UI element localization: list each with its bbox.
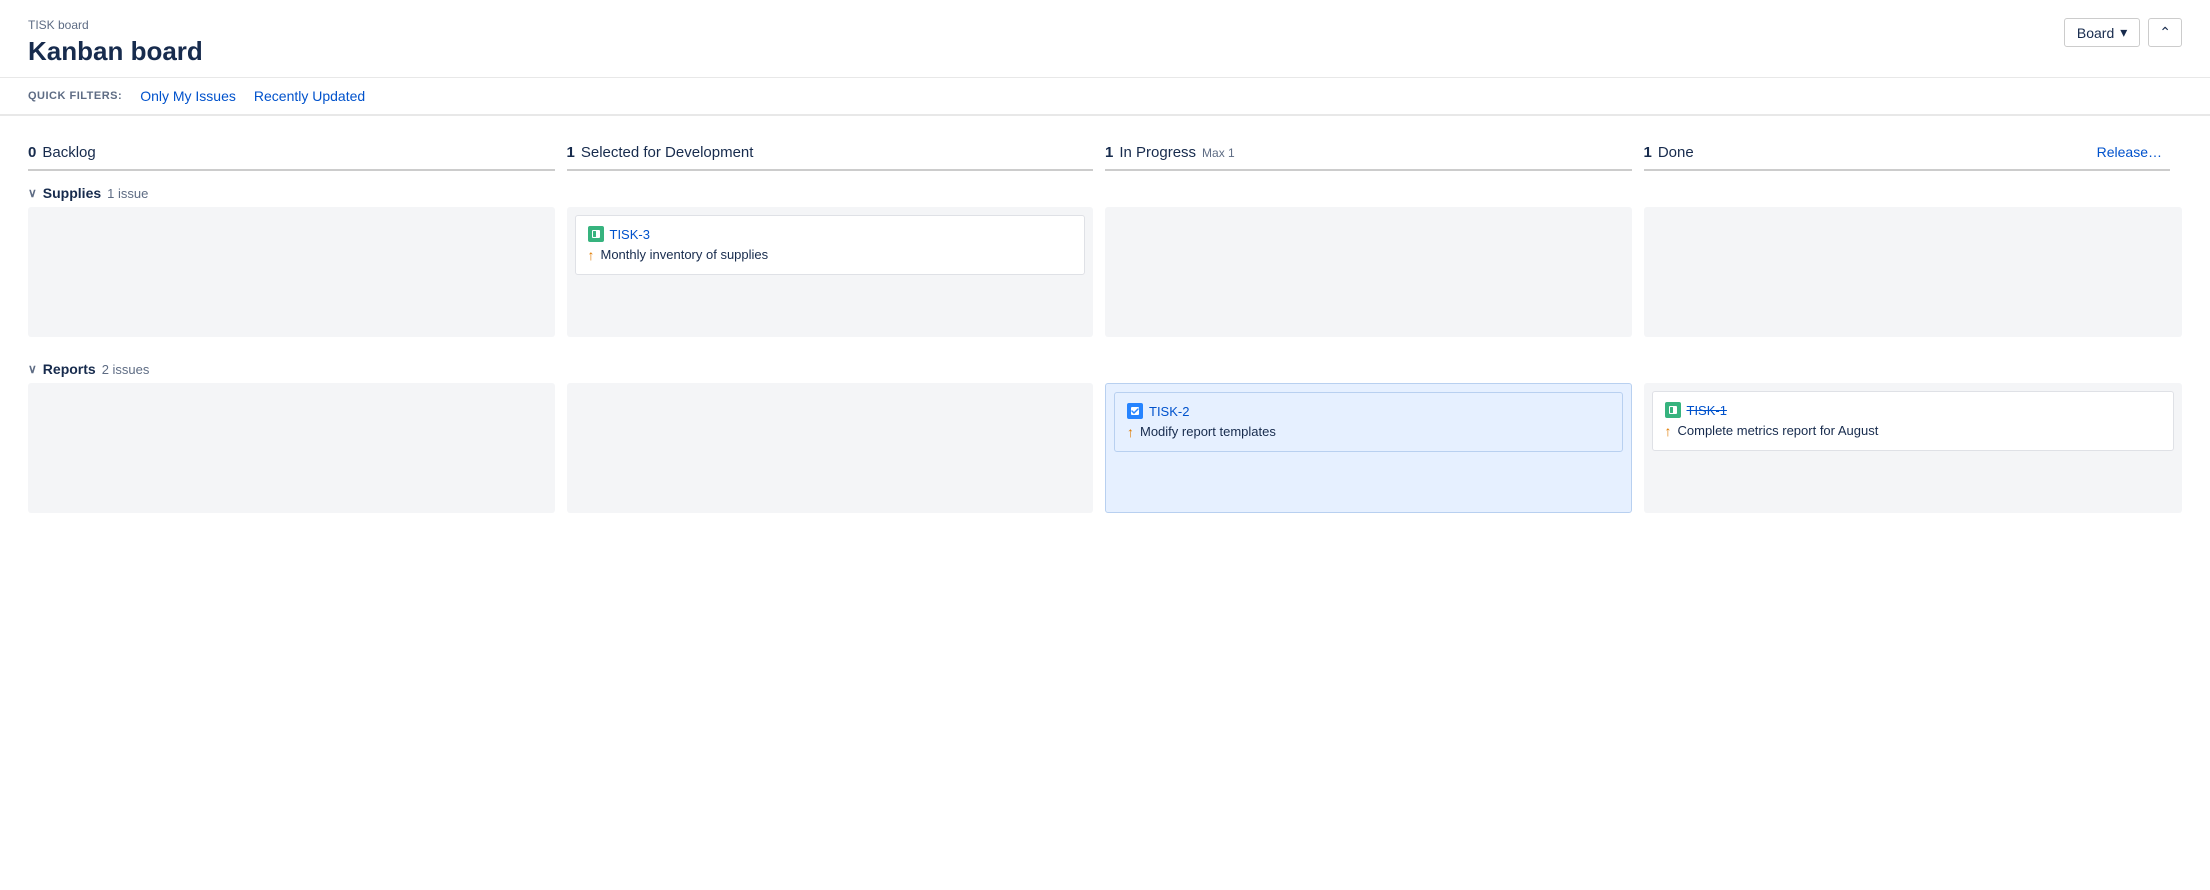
- supplies-name: Supplies: [43, 185, 101, 201]
- story-icon: [588, 226, 604, 242]
- page-title: Kanban board: [28, 36, 2182, 67]
- column-header-done: 1 Done Release…: [1644, 136, 2171, 171]
- selected-count: 1: [567, 144, 575, 161]
- reports-done-cell: TISK-1 ↑ Complete metrics report for Aug…: [1644, 383, 2183, 513]
- supplies-count: 1 issue: [107, 186, 148, 201]
- done-name: Done: [1658, 144, 1694, 161]
- card-tisk-3[interactable]: TISK-3 ↑ Monthly inventory of supplies: [575, 215, 1086, 275]
- reports-count: 2 issues: [102, 362, 150, 377]
- swimlane-reports-header: ∨ Reports 2 issues: [28, 347, 2182, 383]
- collapse-icon: ⌃: [2159, 24, 2171, 40]
- swimlane-supplies-row: TISK-3 ↑ Monthly inventory of supplies: [28, 207, 2182, 347]
- column-header-in-progress: 1 In Progress Max 1: [1105, 136, 1632, 171]
- card-title-tisk-1: Complete metrics report for August: [1678, 422, 1879, 440]
- swimlane-reports-row: TISK-2 ↑ Modify report templates TISK-1: [28, 383, 2182, 523]
- breadcrumb: TISK board: [28, 18, 2182, 32]
- reports-backlog-cell: [28, 383, 555, 513]
- board-label: Board: [2077, 25, 2114, 41]
- board-container: 0 Backlog 1 Selected for Development 1 I…: [0, 116, 2210, 543]
- filter-recently-updated[interactable]: Recently Updated: [254, 88, 365, 104]
- in-progress-name: In Progress: [1119, 144, 1196, 161]
- release-link[interactable]: Release…: [2097, 144, 2162, 160]
- reports-chevron-icon[interactable]: ∨: [28, 362, 37, 376]
- filters-label: QUICK FILTERS:: [28, 90, 122, 102]
- backlog-count: 0: [28, 144, 36, 161]
- swimlane-supplies-header: ∨ Supplies 1 issue: [28, 171, 2182, 207]
- filter-only-my-issues[interactable]: Only My Issues: [140, 88, 236, 104]
- board-view-button[interactable]: Board ▾: [2064, 18, 2140, 47]
- supplies-in-progress-cell: [1105, 207, 1632, 337]
- page-header: TISK board Kanban board Board ▾ ⌃: [0, 0, 2210, 78]
- supplies-backlog-cell: [28, 207, 555, 337]
- supplies-selected-cell: TISK-3 ↑ Monthly inventory of supplies: [567, 207, 1094, 337]
- collapse-button[interactable]: ⌃: [2148, 18, 2182, 47]
- header-controls: Board ▾ ⌃: [2064, 18, 2182, 47]
- priority-icon: ↑: [1665, 423, 1672, 439]
- priority-icon: ↑: [588, 247, 595, 263]
- card-title-tisk-3: Monthly inventory of supplies: [601, 246, 769, 264]
- card-id-tisk-3[interactable]: TISK-3: [610, 227, 650, 242]
- supplies-chevron-icon[interactable]: ∨: [28, 186, 37, 200]
- card-title-tisk-2: Modify report templates: [1140, 423, 1276, 441]
- reports-name: Reports: [43, 361, 96, 377]
- done-count: 1: [1644, 144, 1652, 161]
- columns-wrapper: 0 Backlog 1 Selected for Development 1 I…: [28, 136, 2182, 523]
- reports-in-progress-cell: TISK-2 ↑ Modify report templates: [1105, 383, 1632, 513]
- selected-name: Selected for Development: [581, 144, 754, 161]
- in-progress-meta: Max 1: [1202, 146, 1235, 160]
- task-icon: [1127, 403, 1143, 419]
- card-id-tisk-1[interactable]: TISK-1: [1687, 403, 1727, 418]
- card-tisk-2[interactable]: TISK-2 ↑ Modify report templates: [1114, 392, 1623, 452]
- column-header-selected: 1 Selected for Development: [567, 136, 1094, 171]
- dropdown-arrow-icon: ▾: [2120, 24, 2127, 41]
- filters-bar: QUICK FILTERS: Only My Issues Recently U…: [0, 78, 2210, 116]
- card-id-tisk-2[interactable]: TISK-2: [1149, 404, 1189, 419]
- priority-icon: ↑: [1127, 424, 1134, 440]
- backlog-name: Backlog: [42, 144, 95, 161]
- supplies-done-cell: [1644, 207, 2183, 337]
- in-progress-count: 1: [1105, 144, 1113, 161]
- card-tisk-1[interactable]: TISK-1 ↑ Complete metrics report for Aug…: [1652, 391, 2175, 451]
- reports-selected-cell: [567, 383, 1094, 513]
- story-icon: [1665, 402, 1681, 418]
- column-header-backlog: 0 Backlog: [28, 136, 555, 171]
